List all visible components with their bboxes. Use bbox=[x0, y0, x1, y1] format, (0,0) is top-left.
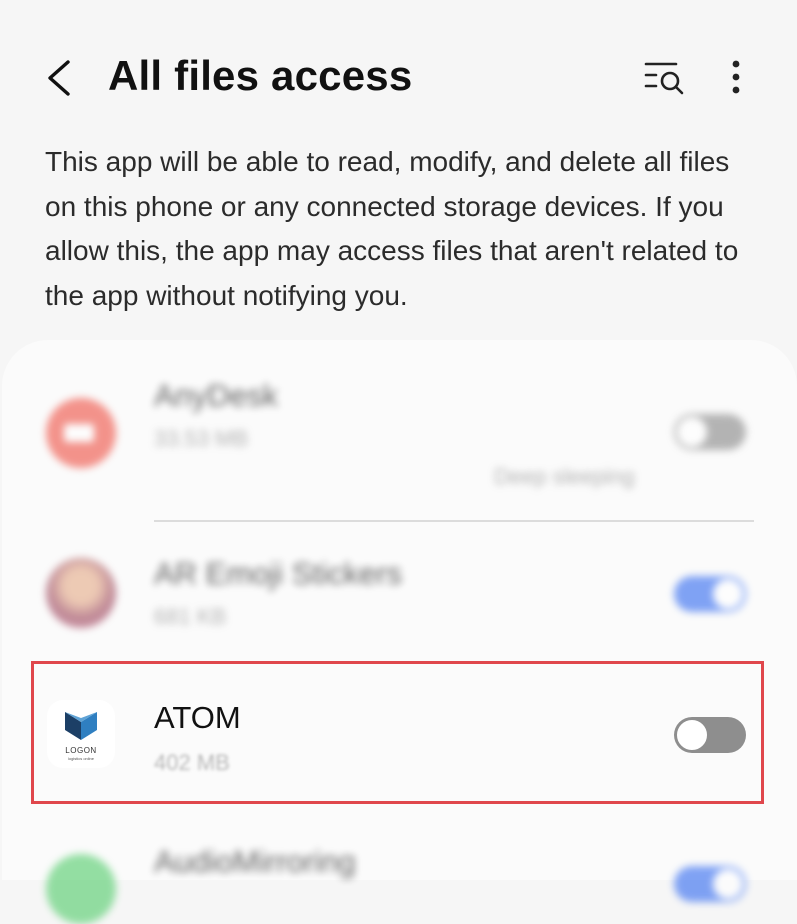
app-row-anydesk[interactable]: AnyDesk 33.53 MB Deep sleeping bbox=[2, 340, 797, 522]
selection-highlight bbox=[31, 661, 764, 804]
audio-mirroring-icon bbox=[46, 854, 116, 924]
app-name: AnyDesk bbox=[154, 378, 279, 413]
toggle-knob bbox=[713, 579, 743, 609]
chevron-left-icon bbox=[48, 60, 70, 96]
toggle-switch-anydesk[interactable] bbox=[674, 414, 746, 450]
back-button[interactable] bbox=[38, 52, 86, 104]
app-row-content: AnyDesk 33.53 MB Deep sleeping bbox=[2, 340, 797, 522]
app-row-content: AudioMirroring bbox=[2, 826, 797, 924]
toggle-switch-audiomirroring[interactable] bbox=[674, 866, 746, 902]
ar-emoji-icon bbox=[46, 558, 116, 628]
toggle-switch-ar-emoji[interactable] bbox=[674, 576, 746, 612]
app-name: AudioMirroring bbox=[154, 844, 356, 879]
search-button[interactable] bbox=[642, 56, 688, 100]
page-title: All files access bbox=[108, 52, 413, 99]
list-search-icon bbox=[644, 62, 684, 95]
app-row-content: AR Emoji Stickers 681 KB bbox=[2, 524, 797, 656]
divider bbox=[154, 520, 754, 522]
app-row-audiomirroring[interactable]: AudioMirroring bbox=[2, 826, 797, 924]
app-status: Deep sleeping bbox=[494, 464, 635, 489]
app-bar: All files access bbox=[0, 0, 797, 150]
app-row-ar-emoji-stickers[interactable]: AR Emoji Stickers 681 KB bbox=[2, 524, 797, 656]
app-size: 33.53 MB bbox=[154, 426, 249, 451]
more-options-button[interactable] bbox=[718, 56, 754, 100]
toggle-knob bbox=[713, 869, 743, 899]
more-vertical-icon bbox=[732, 60, 740, 94]
anydesk-icon bbox=[46, 398, 116, 468]
access-description: This app will be able to read, modify, a… bbox=[45, 146, 739, 311]
app-size: 681 KB bbox=[154, 604, 227, 629]
app-name: AR Emoji Stickers bbox=[154, 556, 403, 591]
toggle-knob bbox=[677, 417, 707, 447]
